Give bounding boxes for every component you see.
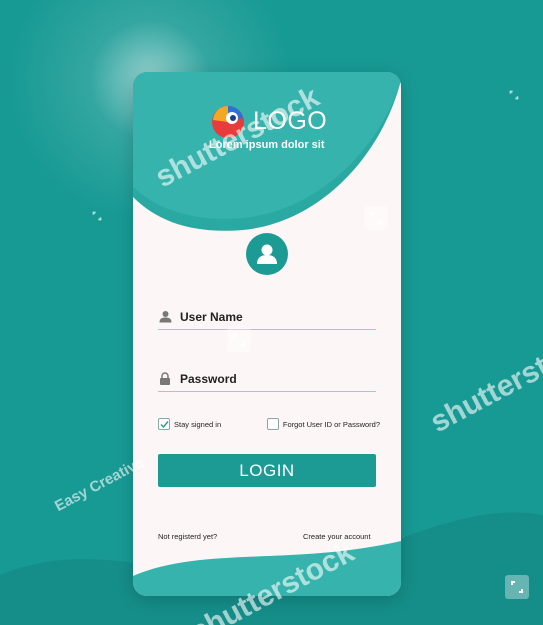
logo: LOGO xyxy=(209,102,327,140)
user-avatar-icon xyxy=(246,233,288,275)
logo-tagline: Lorem ipsum dolor sit xyxy=(209,139,325,151)
footer-wave xyxy=(133,541,401,596)
stay-signed-in-box[interactable] xyxy=(158,418,170,430)
not-registered-link[interactable]: Not registerd yet? xyxy=(158,532,217,541)
username-input[interactable] xyxy=(180,309,376,324)
checkmark-icon xyxy=(160,420,169,428)
forgot-credentials-box[interactable] xyxy=(266,418,279,430)
login-button[interactable]: LOGIN xyxy=(158,454,376,487)
password-input[interactable] xyxy=(180,371,376,386)
user-icon xyxy=(158,310,172,324)
header-wave xyxy=(133,72,401,231)
lock-icon xyxy=(158,372,172,386)
forgot-credentials-checkbox[interactable]: Forgot User ID or Password? xyxy=(266,418,380,430)
create-account-link[interactable]: Create your account xyxy=(303,532,371,541)
logo-mark-icon xyxy=(212,105,244,138)
login-card: LOGO Lorem ipsum dolor sit User Name Sta… xyxy=(133,72,401,596)
password-field[interactable] xyxy=(158,366,376,392)
stay-signed-in-label: Stay signed in xyxy=(174,419,222,429)
forgot-credentials-label: Forgot User ID or Password? xyxy=(282,419,380,429)
options-row: Stay signed in Forgot User ID or Passwor… xyxy=(158,416,380,432)
logo-text: LOGO xyxy=(253,106,328,135)
stay-signed-in-checkbox[interactable]: Stay signed in xyxy=(158,418,221,430)
username-field[interactable] xyxy=(158,304,376,330)
